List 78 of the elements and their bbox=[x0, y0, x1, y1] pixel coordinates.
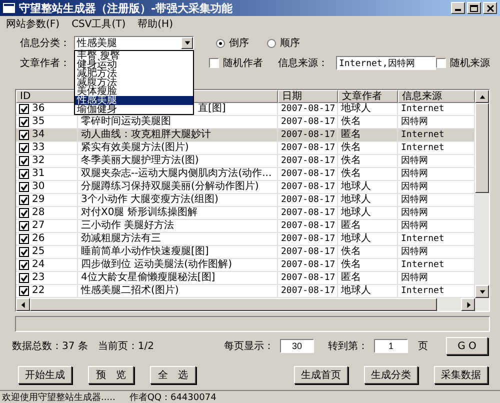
field-label: 每页显示： bbox=[224, 340, 274, 353]
table-cell: 2007-08-17 bbox=[281, 182, 336, 192]
table-cell: 32 bbox=[32, 155, 45, 167]
table-cell: 2007-08-17 bbox=[281, 169, 336, 179]
window-title: 守望整站生成器（注册版）-带强大采集功能 bbox=[19, 0, 234, 16]
table-cell: 33 bbox=[32, 142, 45, 154]
table-cell: 2007-08-17 bbox=[281, 104, 336, 114]
radio-label: 顺序 bbox=[280, 36, 300, 50]
table-cell: 30 bbox=[32, 181, 45, 193]
table-cell: 22 bbox=[32, 285, 45, 297]
checkbox-label: 随机来源 bbox=[450, 56, 490, 70]
table-cell: 31 bbox=[32, 168, 45, 180]
table-cell: 28 bbox=[32, 207, 45, 219]
field-label: 信息分类： bbox=[20, 36, 71, 50]
table-cell: 2007-08-17 bbox=[281, 247, 336, 257]
author-contact: 作者QQ：64430074 bbox=[129, 392, 216, 403]
total-count: 数据总数：37 条 bbox=[12, 340, 88, 353]
table-cell: Internet bbox=[401, 143, 444, 153]
table-cell: 2007-08-17 bbox=[281, 143, 336, 153]
table-cell: 2007-08-17 bbox=[281, 208, 336, 218]
table-cell: 2007-08-17 bbox=[281, 273, 336, 283]
table-cell: 35 bbox=[32, 116, 45, 128]
table-cell: 匿名 bbox=[341, 272, 361, 283]
table-cell: 对付X0腿 矫形训练操图解 bbox=[81, 207, 198, 218]
table-cell: 因特网 bbox=[401, 195, 428, 205]
field-label: 文章作者： bbox=[20, 56, 71, 70]
table-cell: 36 bbox=[32, 103, 45, 115]
table-cell: 2007-08-17 bbox=[281, 195, 336, 205]
table-cell: 2007-08-17 bbox=[281, 221, 336, 231]
table-cell: Internet bbox=[401, 286, 444, 296]
table-cell: 因特网 bbox=[401, 156, 428, 166]
table-cell: 地球人 bbox=[341, 285, 371, 296]
table-cell: 动人曲线：攻克粗胖大腿妙计 bbox=[81, 129, 211, 140]
table-cell: 25 bbox=[32, 246, 45, 258]
table-cell: Internet bbox=[401, 104, 444, 114]
table-cell: 23 bbox=[32, 272, 45, 284]
table-cell: 因特网 bbox=[401, 169, 428, 179]
table-cell: 2007-08-17 bbox=[281, 156, 336, 166]
table-cell: 佚名 bbox=[341, 155, 361, 166]
table-cell: 因特网 bbox=[401, 182, 428, 192]
table-cell: 匿名 bbox=[341, 129, 361, 140]
table-cell: 佚名 bbox=[341, 116, 361, 127]
table-cell: 27 bbox=[32, 220, 45, 232]
table-cell: 26 bbox=[32, 233, 45, 245]
table-cell: 佚名 bbox=[341, 142, 361, 153]
table-cell: 匿名 bbox=[341, 220, 361, 231]
field-label: 转到第： bbox=[328, 340, 368, 353]
table-cell: Internet bbox=[401, 260, 444, 270]
table-cell: 地球人 bbox=[341, 233, 371, 244]
table-cell: 地球人 bbox=[341, 181, 371, 192]
checkbox-label: 随机作者 bbox=[222, 56, 263, 70]
table-cell: 因特网 bbox=[401, 247, 428, 257]
table-cell: Internet bbox=[401, 130, 444, 140]
table-cell: 地球人 bbox=[341, 103, 371, 114]
page-unit: 页 bbox=[418, 340, 428, 353]
table-cell: 2007-08-17 bbox=[281, 130, 336, 140]
table-cell: 因特网 bbox=[401, 273, 428, 283]
table-cell: Internet bbox=[401, 234, 444, 244]
radio-label: 倒序 bbox=[229, 36, 249, 50]
table-cell: 地球人 bbox=[341, 194, 371, 205]
table-cell: 因特网 bbox=[401, 117, 428, 127]
table-cell: 2007-08-17 bbox=[281, 234, 336, 244]
table-cell: 24 bbox=[32, 259, 45, 271]
table-cell: 29 bbox=[32, 194, 45, 206]
table-cell: 因特网 bbox=[401, 221, 428, 231]
table-cell: 地球人 bbox=[341, 207, 371, 218]
table-cell: 2007-08-17 bbox=[281, 117, 336, 127]
field-label: 信息来源： bbox=[278, 56, 329, 70]
table-cell: 因特网 bbox=[401, 208, 428, 218]
table-cell: 2007-08-17 bbox=[281, 286, 336, 296]
table-cell: 直[图] bbox=[198, 103, 226, 114]
table-cell: 34 bbox=[32, 129, 45, 141]
table-cell: 佚名 bbox=[341, 168, 361, 179]
table-cell: 佚名 bbox=[341, 259, 361, 270]
status-message: 欢迎使用守望整站生成器..... bbox=[2, 392, 116, 403]
table-cell: 2007-08-17 bbox=[281, 260, 336, 270]
current-page: 当前页：1/2 bbox=[98, 340, 154, 353]
table-cell: 佚名 bbox=[341, 246, 361, 257]
